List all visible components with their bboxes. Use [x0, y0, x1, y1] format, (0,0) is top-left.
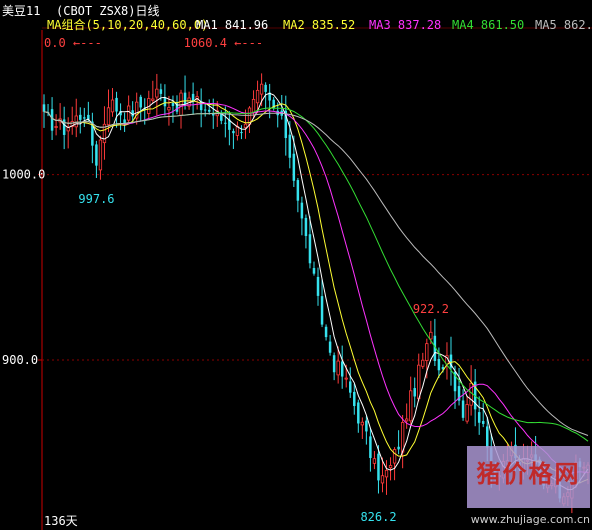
candle-body: [95, 144, 98, 166]
candle-body: [255, 89, 260, 104]
candle-body: [465, 404, 469, 422]
candle-body: [232, 131, 235, 134]
candle-body: [405, 418, 409, 422]
candle-body: [316, 276, 320, 296]
price-annotation: 826.2: [360, 510, 396, 524]
candle-body: [126, 105, 131, 121]
candle-body: [357, 402, 360, 424]
candle-body: [312, 268, 316, 274]
watermark: 猪价格网 www.zhujiage.com.cn: [467, 446, 590, 526]
candle-body: [409, 390, 413, 422]
contract-label: (CBOT ZSX8)日线: [56, 4, 160, 18]
candle-body: [481, 421, 485, 424]
price-annotation: 997.6: [78, 192, 114, 206]
candle-body: [349, 381, 352, 393]
candle-body: [151, 98, 155, 101]
ma-line-ma5: [43, 111, 589, 436]
candle-body: [353, 391, 356, 406]
y-tick-label: 900.0: [2, 353, 38, 367]
candle-body: [384, 469, 389, 478]
candle-body: [397, 446, 400, 450]
candle-body: [425, 343, 429, 361]
day-count: 136天: [44, 514, 78, 528]
candle-body: [413, 388, 416, 397]
ma2-value: MA2 835.52: [283, 18, 356, 32]
candle-body: [429, 331, 433, 340]
candle-body: [139, 96, 142, 108]
candle-body: [115, 97, 118, 112]
candle-body: [167, 107, 171, 111]
candle-body: [74, 115, 78, 128]
chart-header: 美豆11 (CBOT ZSX8)日线 MA组合(5,10,20,40,60,0)…: [0, 0, 592, 32]
candle-body: [98, 139, 103, 171]
ma4-value: MA4 861.50: [452, 18, 525, 32]
ma-line-ma3: [43, 102, 589, 474]
candle-body: [243, 123, 248, 128]
candle-body: [477, 412, 481, 423]
candle-body: [171, 102, 175, 107]
candle-body: [400, 422, 405, 453]
candle-body: [332, 355, 336, 373]
ma5-value: MA5 862.8: [535, 18, 592, 32]
ma-line-ma2: [43, 100, 589, 485]
ma-group-label[interactable]: MA组合(5,10,20,40,60,0): [47, 18, 208, 32]
candle-body: [437, 359, 441, 371]
candle-body: [203, 109, 207, 111]
candle-body: [461, 400, 465, 418]
ma-line-ma4: [43, 107, 589, 442]
candle-body: [344, 377, 348, 380]
watermark-text: 猪价格网: [476, 460, 581, 488]
candle-body: [264, 84, 267, 92]
candle-body: [365, 420, 368, 432]
candle-body: [300, 202, 304, 219]
candle-body: [392, 449, 397, 464]
instrument-name[interactable]: 美豆11: [2, 4, 40, 18]
candle-body: [320, 296, 324, 325]
candle-body: [377, 453, 380, 481]
candle-body: [42, 104, 46, 112]
candle-body: [292, 153, 296, 181]
candle-body: [79, 114, 82, 120]
candle-body: [163, 97, 167, 107]
candle-body: [259, 83, 264, 95]
price-annotation: 1060.4 ←---: [184, 36, 263, 50]
candle-body: [183, 92, 187, 104]
candle-body: [191, 93, 195, 101]
candle-body: [336, 360, 340, 376]
candle-body: [50, 109, 54, 131]
candle-body: [308, 234, 312, 264]
candle-body: [417, 364, 421, 400]
candle-body: [54, 126, 58, 128]
candle-body: [83, 117, 86, 119]
candle-body: [372, 458, 377, 464]
candle-body: [159, 89, 163, 94]
candle-body: [328, 341, 332, 353]
candle-body: [110, 99, 115, 113]
candle-body: [106, 107, 111, 126]
candle-body: [288, 134, 292, 158]
ma3-value: MA3 837.28: [369, 18, 442, 32]
watermark-url: www.zhujiage.com.cn: [470, 513, 590, 526]
candle-body: [486, 426, 489, 448]
candle-body: [207, 109, 211, 112]
candle-body: [388, 465, 393, 469]
candle-body: [369, 436, 372, 458]
y-tick-label: 1000.0: [2, 168, 45, 182]
price-annotation: 0.0 ←---: [44, 36, 102, 50]
candle-body: [340, 361, 344, 377]
candle-body: [421, 359, 425, 367]
candle-body: [360, 421, 364, 426]
price-annotation: 922.2: [413, 302, 449, 316]
candle-body: [155, 88, 159, 98]
candle-body: [240, 132, 243, 134]
candle-body: [324, 326, 328, 338]
candle-body: [224, 122, 227, 124]
candle-body: [380, 475, 385, 484]
candle-body: [251, 98, 256, 113]
candle-body: [304, 217, 308, 237]
ma1-value: MA1 841.96: [196, 18, 269, 32]
candle-body: [296, 180, 300, 201]
